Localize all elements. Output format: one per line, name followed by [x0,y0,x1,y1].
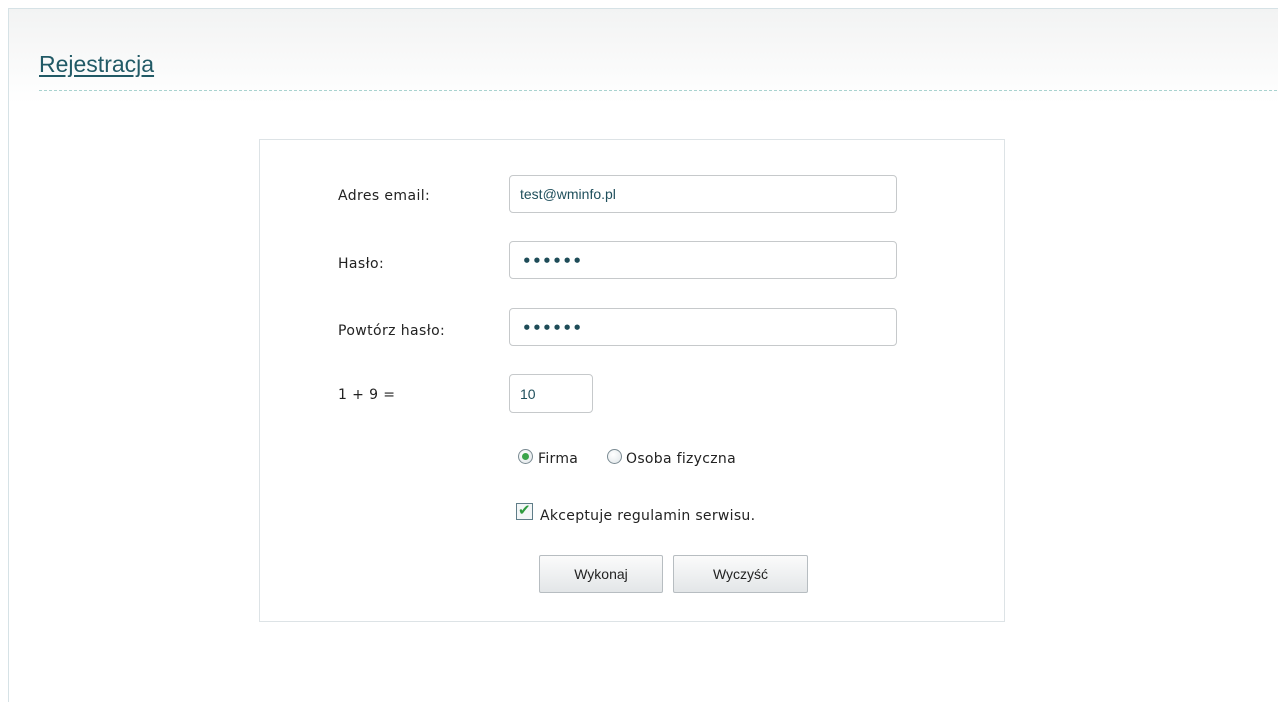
password-field[interactable]: •••••• [509,241,897,279]
radio-osoba-fizyczna[interactable] [607,449,622,464]
radio-firma[interactable] [518,449,533,464]
checkmark-icon: ✔ [518,501,531,519]
captcha-question: 1 + 9 = [338,387,396,403]
registration-form: Adres email: Hasło: •••••• Powtórz hasło… [259,139,1005,622]
captcha-input[interactable] [509,374,593,413]
reset-button[interactable]: Wyczyść [673,555,808,593]
password-repeat-label: Powtórz hasło: [338,323,446,339]
title-divider [39,90,1277,91]
terms-checkbox[interactable]: ✔ [516,501,533,520]
password-label: Hasło: [338,256,385,272]
email-field[interactable] [509,175,897,213]
radio-firma-label: Firma [538,451,579,467]
page-title: Rejestracja [39,51,155,77]
email-label: Adres email: [338,188,431,204]
terms-label: Akceptuje regulamin serwisu. [540,508,756,524]
password-repeat-mask: •••••• [522,319,583,337]
password-repeat-field[interactable]: •••••• [509,308,897,346]
submit-button[interactable]: Wykonaj [539,555,663,593]
password-mask: •••••• [522,252,583,270]
radio-osoba-fizyczna-label: Osoba fizyczna [626,451,736,467]
